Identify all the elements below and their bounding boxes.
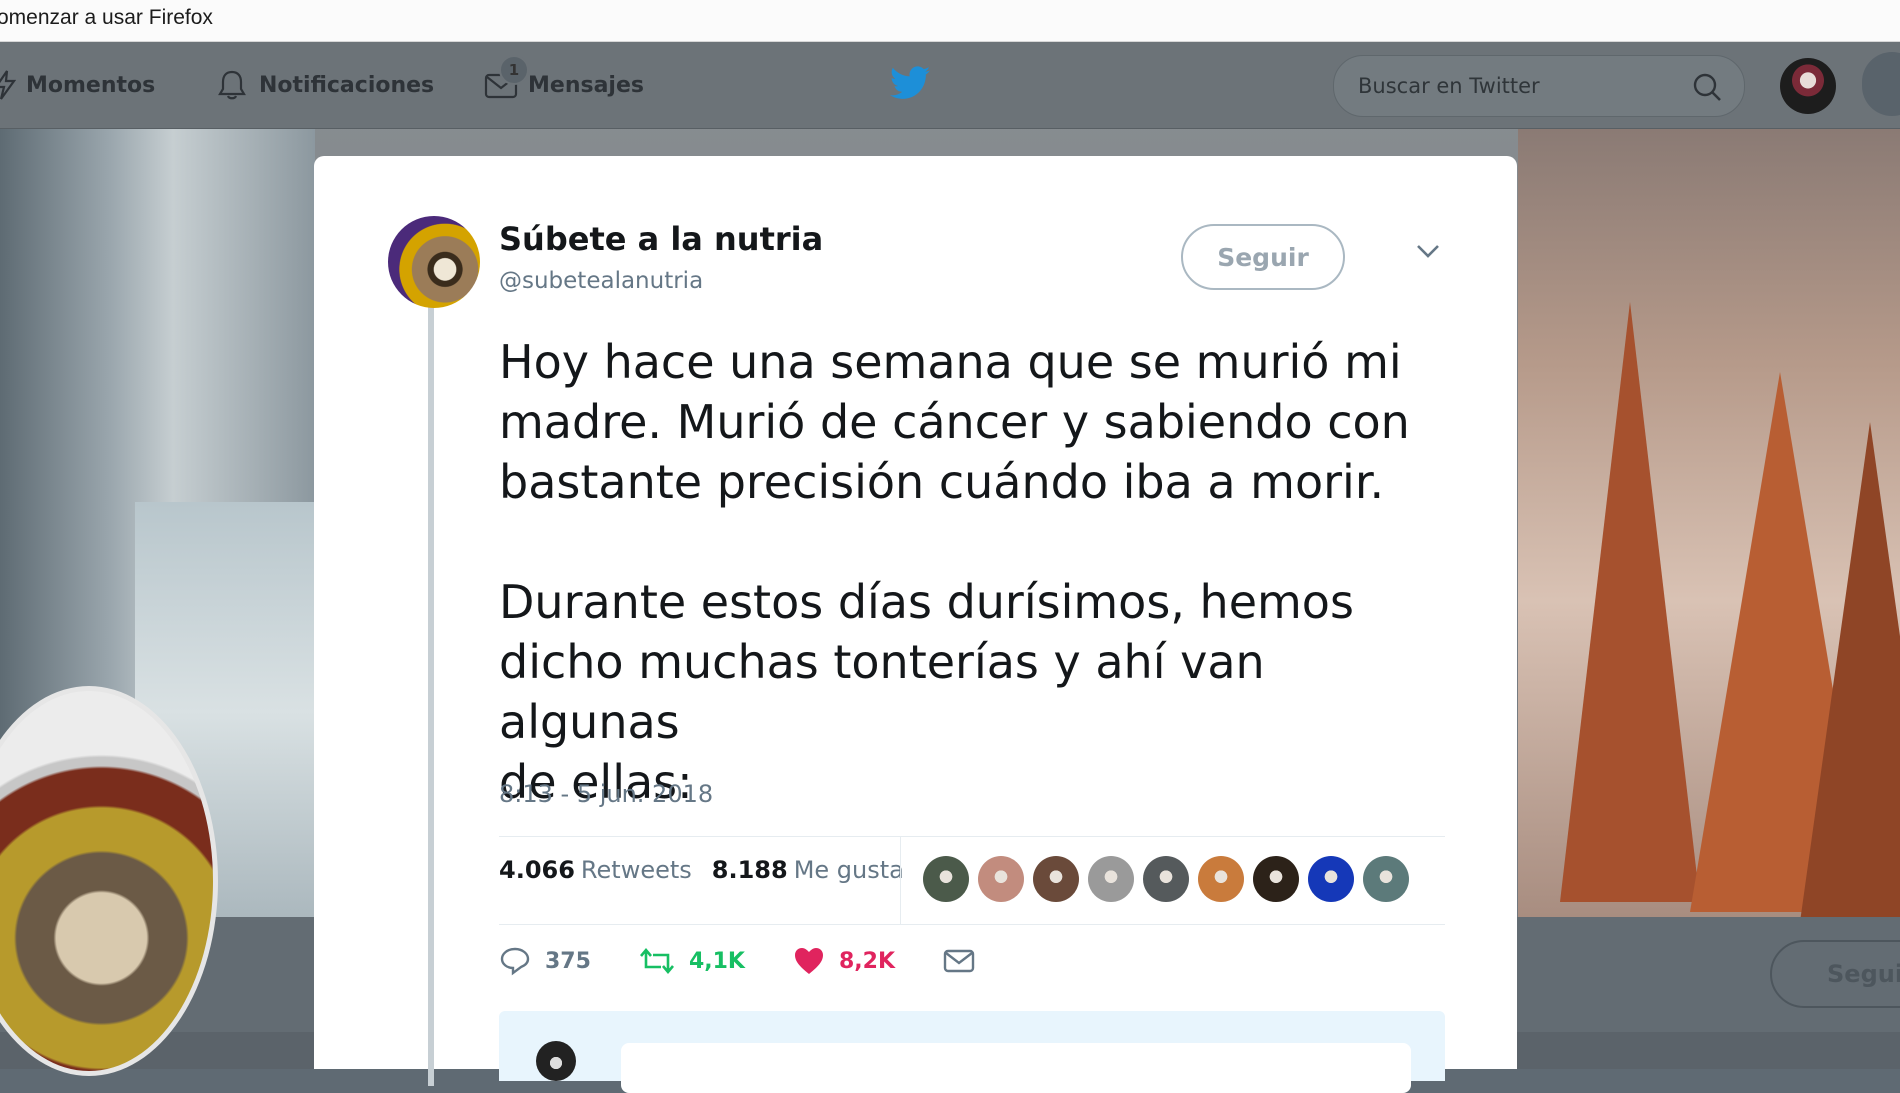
- lightning-icon: [0, 70, 16, 100]
- likers-avatars: [923, 856, 1409, 902]
- search-icon[interactable]: [1692, 72, 1722, 102]
- tweet-text: Hoy hace una semana que se murió mi madr…: [499, 335, 1410, 809]
- divider: [499, 836, 1445, 837]
- likes-label: Me gusta: [793, 856, 904, 884]
- profile-follow-label: Seguir: [1827, 960, 1900, 988]
- nav-notifications-label: Notificaciones: [259, 72, 435, 98]
- liker-avatar[interactable]: [978, 856, 1024, 902]
- search-box[interactable]: [1333, 55, 1745, 117]
- liker-avatar[interactable]: [1308, 856, 1354, 902]
- retweet-icon: [639, 947, 674, 975]
- nav-moments-label: Momentos: [26, 72, 156, 98]
- liker-avatar[interactable]: [1033, 856, 1079, 902]
- nav-moments[interactable]: Momentos: [0, 68, 155, 102]
- liker-avatar[interactable]: [1363, 856, 1409, 902]
- liker-avatar[interactable]: [1198, 856, 1244, 902]
- author-avatar[interactable]: [388, 216, 480, 308]
- tweet-actions: 375 4,1K 8,2K: [499, 946, 1037, 976]
- liker-avatar[interactable]: [1088, 856, 1134, 902]
- follow-button[interactable]: Seguir: [1181, 224, 1345, 290]
- tweet-modal: Súbete a la nutria @subetealanutria Segu…: [314, 156, 1517, 1093]
- reply-action[interactable]: 375: [499, 946, 591, 976]
- reply-user-avatar: [536, 1041, 576, 1081]
- reply-input[interactable]: [621, 1043, 1411, 1093]
- reply-count: 375: [545, 948, 591, 974]
- like-action[interactable]: 8,2K: [793, 946, 895, 976]
- like-count: 8,2K: [838, 948, 895, 974]
- messages-badge: 1: [499, 55, 529, 85]
- likes-count: 8.188: [711, 856, 788, 884]
- dm-action[interactable]: [943, 947, 989, 975]
- background-tree: [1800, 422, 1900, 922]
- tweet-timestamp[interactable]: 8:13 - 5 jun. 2018: [499, 780, 713, 808]
- browser-tab-strip: omenzar a usar Firefox: [0, 0, 1900, 42]
- nav-notifications[interactable]: Notificaciones: [215, 68, 434, 102]
- stats-divider: [900, 836, 901, 924]
- reply-composer: [499, 1011, 1445, 1093]
- envelope-icon: [943, 949, 975, 973]
- heart-icon: [794, 948, 823, 974]
- retweet-action[interactable]: 4,1K: [639, 947, 745, 975]
- background-tree: [1560, 302, 1700, 902]
- liker-avatar[interactable]: [1253, 856, 1299, 902]
- bell-icon: [218, 70, 246, 100]
- twitter-bird-icon[interactable]: [890, 66, 930, 100]
- retweet-count: 4,1K: [688, 948, 745, 974]
- divider: [499, 924, 1445, 925]
- chevron-down-icon[interactable]: [1414, 241, 1442, 261]
- user-avatar[interactable]: [1780, 58, 1836, 114]
- twitter-top-nav: Momentos Notificaciones Mensajes: [0, 42, 1900, 129]
- browser-tab-title[interactable]: omenzar a usar Firefox: [0, 6, 213, 30]
- liker-avatar[interactable]: [1143, 856, 1189, 902]
- liker-avatar[interactable]: [923, 856, 969, 902]
- reply-icon: [500, 947, 530, 976]
- profile-follow-button[interactable]: Seguir: [1770, 940, 1900, 1008]
- search-input[interactable]: [1356, 70, 1680, 102]
- likes-stat[interactable]: 8.188 Me gusta: [712, 856, 904, 884]
- thread-line: [428, 306, 434, 1086]
- tweet-compose-button[interactable]: [1862, 52, 1900, 116]
- retweets-stat[interactable]: 4.066 Retweets: [499, 856, 692, 884]
- author-handle[interactable]: @subetealanutria: [499, 268, 703, 294]
- nav-messages-label: Mensajes: [528, 72, 644, 98]
- author-name[interactable]: Súbete a la nutria: [499, 220, 823, 258]
- retweets-count: 4.066: [499, 856, 575, 884]
- tweet-stats: 4.066 Retweets 8.188 Me gusta: [499, 856, 904, 884]
- retweets-label: Retweets: [580, 856, 692, 884]
